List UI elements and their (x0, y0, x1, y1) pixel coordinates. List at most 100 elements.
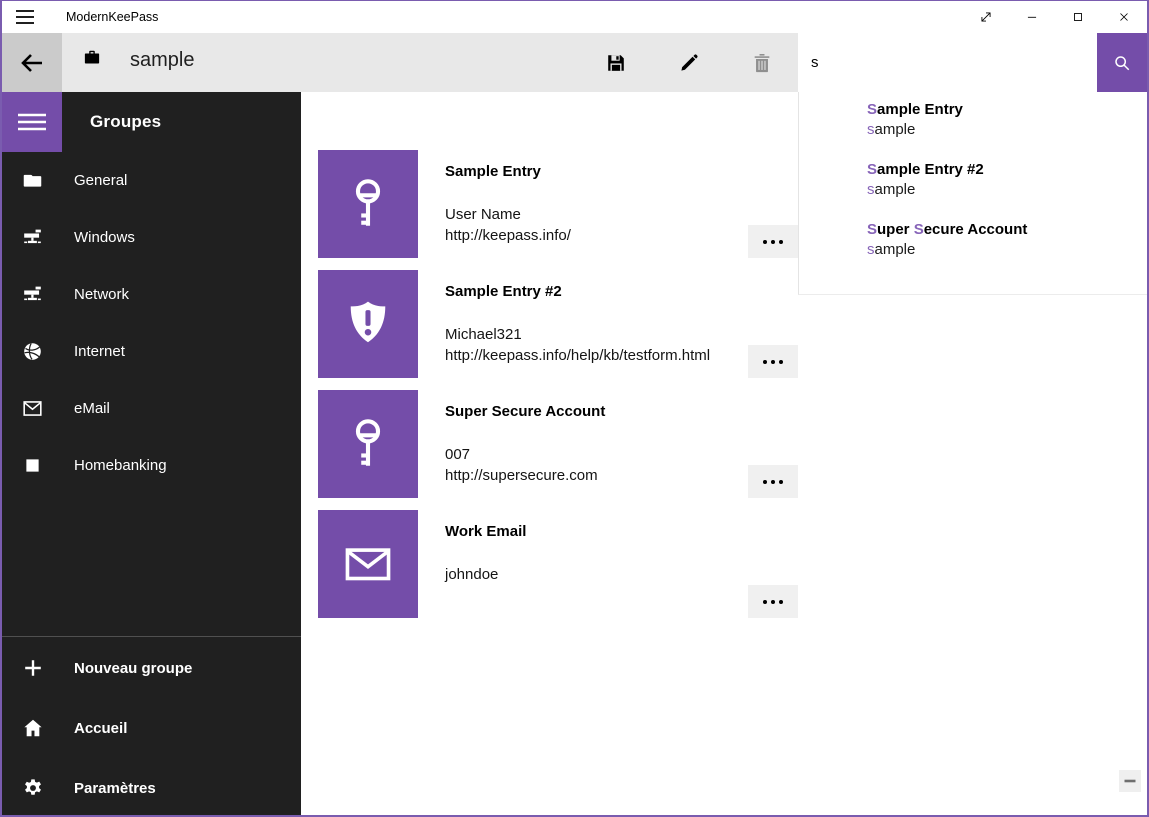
sidebar-item-label: Accueil (74, 720, 127, 737)
minus-icon (1122, 773, 1138, 789)
plus-icon (22, 657, 44, 679)
sidebar-item-nouveau-groupe[interactable]: Nouveau groupe (2, 638, 301, 698)
more-dots-icon (761, 238, 785, 246)
suggestion-subtitle: sample (867, 180, 1147, 200)
search-suggestion-sample-entry-2[interactable]: Sample Entry #2 sample (799, 160, 1147, 200)
square-icon (22, 455, 43, 476)
sidebar-item-label: eMail (74, 400, 110, 417)
sidebar-item-general[interactable]: General (2, 152, 301, 209)
entry-title: Sample Entry (445, 163, 541, 180)
sidebar: Groupes General Windows Network Internet… (2, 92, 301, 815)
search-suggestion-sample-entry[interactable]: Sample Entry sample (799, 100, 1147, 140)
search-input[interactable] (798, 33, 1097, 92)
nav-hamburger-button[interactable] (2, 92, 62, 152)
more-dots-icon (761, 598, 785, 606)
gear-icon (22, 777, 44, 799)
search-suggestion-super-secure-account[interactable]: Super Secure Account sample (799, 220, 1147, 260)
group-list: General Windows Network Internet eMail H… (2, 152, 301, 494)
entry-more-button[interactable] (748, 225, 798, 258)
search-button[interactable] (1097, 33, 1147, 92)
entry-tile[interactable] (318, 150, 418, 258)
appbar: sample (2, 33, 1147, 92)
folder-icon (22, 170, 43, 191)
delete-button[interactable] (725, 33, 798, 92)
query-highlight: S (914, 221, 924, 238)
entry-row-work-email[interactable]: Work Email johndoe (318, 510, 858, 618)
sidebar-item-internet[interactable]: Internet (2, 323, 301, 380)
entry-more-button[interactable] (748, 465, 798, 498)
minimize-button[interactable] (1009, 1, 1055, 33)
sidebar-item-label: Network (74, 286, 129, 303)
database-name: sample (130, 49, 194, 72)
window-title: ModernKeePass (66, 10, 158, 24)
window-controls (963, 1, 1147, 33)
sidebar-item-windows[interactable]: Windows (2, 209, 301, 266)
query-highlight: S (867, 101, 877, 118)
globe-icon (22, 341, 43, 362)
entry-row-sample-entry[interactable]: Sample Entry User Namehttp://keepass.inf… (318, 150, 858, 258)
suggestion-title: Sample Entry #2 (867, 160, 1147, 180)
database-briefcase-icon (82, 48, 102, 67)
entry-tile[interactable] (318, 270, 418, 378)
sidebar-item-network[interactable]: Network (2, 266, 301, 323)
fullscreen-button[interactable] (963, 1, 1009, 33)
save-button[interactable] (579, 33, 652, 92)
entry-details: Michael321http://keepass.info/help/kb/te… (445, 324, 710, 366)
back-button[interactable] (2, 33, 62, 92)
key-icon (339, 415, 397, 473)
mail-icon (22, 398, 43, 419)
entry-row-super-secure-account[interactable]: Super Secure Account 007http://supersecu… (318, 390, 858, 498)
sidebar-item-label: Homebanking (74, 457, 167, 474)
sidebar-item-param-tres[interactable]: Paramètres (2, 758, 301, 817)
sidebar-header: Groupes (90, 92, 161, 152)
entry-row-sample-entry-2[interactable]: Sample Entry #2 Michael321http://keepass… (318, 270, 858, 378)
trash-icon (751, 52, 773, 74)
sidebar-item-label: Nouveau groupe (74, 660, 192, 677)
hamburger-icon (17, 110, 47, 134)
network-icon (22, 227, 43, 248)
maximize-button[interactable] (1055, 1, 1101, 33)
suggestion-subtitle: sample (867, 240, 1147, 260)
suggestion-title: Super Secure Account (867, 220, 1147, 240)
entry-more-button[interactable] (748, 585, 798, 618)
entry-more-button[interactable] (748, 345, 798, 378)
app-window: ModernKeePass sample (0, 0, 1149, 817)
sidebar-divider (2, 636, 301, 637)
edit-button[interactable] (652, 33, 725, 92)
search-suggestions: Sample Entry sample Sample Entry #2 samp… (798, 92, 1147, 295)
query-highlight: s (867, 181, 875, 198)
entry-tile[interactable] (318, 510, 418, 618)
sidebar-item-accueil[interactable]: Accueil (2, 698, 301, 758)
sidebar-item-email[interactable]: eMail (2, 380, 301, 437)
back-arrow-icon (19, 50, 45, 76)
entry-details: 007http://supersecure.com (445, 444, 598, 486)
entry-title: Sample Entry #2 (445, 283, 562, 300)
more-dots-icon (761, 358, 785, 366)
appbar-actions (579, 33, 798, 92)
sidebar-item-label: Windows (74, 229, 135, 246)
close-button[interactable] (1101, 1, 1147, 33)
sidebar-item-label: Paramètres (74, 780, 156, 797)
save-icon (605, 52, 627, 74)
suggestion-title: Sample Entry (867, 100, 1147, 120)
query-highlight: S (867, 221, 877, 238)
entry-title: Work Email (445, 523, 526, 540)
maximize-icon (1071, 10, 1085, 24)
query-highlight: s (867, 241, 875, 258)
pencil-icon (678, 52, 700, 74)
fullscreen-icon (979, 10, 993, 24)
minimize-icon (1025, 10, 1039, 24)
sidebar-item-homebanking[interactable]: Homebanking (2, 437, 301, 494)
key-icon (339, 175, 397, 233)
entry-details: johndoe (445, 564, 498, 585)
sidebar-item-label: General (74, 172, 127, 189)
entry-title: Super Secure Account (445, 403, 605, 420)
entry-tile[interactable] (318, 390, 418, 498)
scroll-indicator-button[interactable] (1119, 770, 1141, 792)
envelope-icon (339, 535, 397, 593)
hamburger-icon (15, 8, 35, 26)
more-dots-icon (761, 478, 785, 486)
shield-warning-icon (339, 295, 397, 353)
searchbox (798, 33, 1147, 92)
close-icon (1117, 10, 1131, 24)
